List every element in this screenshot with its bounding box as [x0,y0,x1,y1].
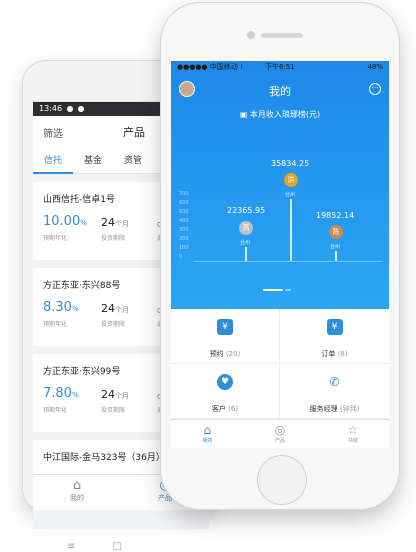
menu-icon[interactable]: ≡ [67,541,75,552]
status-time: 下午6:51 [265,63,295,71]
ios-status-bar: ●●●●● 中国移动 ⌇ 下午6:51 48% [171,61,389,73]
ios-tab-bar: ⌂ 我的 ◎ 产品 ☆ 书城 [171,419,389,448]
menu-service-manager[interactable]: ✆ 服务经理 (钟玮) [280,364,389,419]
tab-bookstore[interactable]: ☆ 书城 [316,420,389,448]
android-system-nav: ≡ □ [67,541,156,552]
bronze-medal-icon: 陈 [329,225,343,239]
leader-3-city: 台州 [330,244,341,250]
silver-medal-icon: 高 [239,221,253,235]
tab-trust[interactable]: 信托 [33,148,74,174]
leader-1-value: 35834.25 [271,159,310,168]
ranking-axis: 700 600 500 400 300 200 100 0 [179,191,189,260]
speaker-grille [261,33,303,38]
page-title: 产品 [123,126,145,139]
menu-appointment[interactable]: ¥ 预约 (20) [171,309,280,364]
iphone-screen: ●●●●● 中国移动 ⌇ 下午6:51 48% 我的 ··· ▣ 本月收入琅琊榜… [171,61,389,448]
rate-label: 预期年化 [43,321,68,328]
home-square-icon[interactable]: □ [113,541,122,552]
product-term: 24个月 [101,302,129,315]
clock-icon [78,106,85,112]
notification-icon [67,106,74,112]
leader-2-city: 台州 [240,240,251,246]
star-icon: ☆ [347,423,359,437]
status-time: 13:46 [39,104,63,113]
page-title: 我的 [269,85,291,98]
carrier: ●●●●● 中国移动 ⌇ [177,63,244,71]
tab-products[interactable]: ◎ 产品 [244,420,317,448]
tab-mine[interactable]: ⌂ 我的 [171,420,244,448]
menu-customers[interactable]: ♥ 客户 (6) [171,364,280,419]
order-icon: ¥ [326,319,343,335]
term-label: 投资期限 [101,321,126,328]
tab-fund[interactable]: 基金 [73,148,113,174]
iphone: ●●●●● 中国移动 ⌇ 下午6:51 48% 我的 ··· ▣ 本月收入琅琊榜… [160,2,400,510]
gold-medal-icon: 洪 [284,173,298,187]
bottom-tab-label: 我的 [70,494,84,502]
leader-3-value: 19852.14 [316,211,355,220]
rate-label: 预期年化 [43,235,68,242]
product-term: 24个月 [101,388,129,401]
product-rate: 7.80% [43,386,79,401]
leader-3-bar [335,251,337,261]
chat-icon[interactable]: ··· [369,83,381,95]
leader-2-value: 22365.95 [227,206,266,215]
function-grid: ¥ 预约 (20) ¥ 订单 (8) ♥ 客户 (6) ✆ 服务经理 (钟玮) [171,309,389,419]
leader-1-bar [290,199,292,261]
camera-icon [247,31,255,39]
rate-label: 预期年化 [43,407,68,414]
product-rate: 8.30% [43,300,79,315]
battery: 48% [367,63,383,71]
ranking-hero: ●●●●● 中国移动 ⌇ 下午6:51 48% 我的 ··· ▣ 本月收入琅琊榜… [171,61,389,309]
product-term: 24个月 [101,216,129,229]
term-label: 投资期限 [101,235,126,242]
tab-asset[interactable]: 资管 [113,148,153,174]
compass-icon: ◎ [274,423,286,437]
phone-icon: ✆ [329,375,340,389]
term-label: 投资期限 [101,407,126,414]
leader-2-bar [245,247,247,261]
home-icon: ⌂ [72,478,82,493]
filter-button[interactable]: 筛选 [43,125,63,140]
product-rate: 10.00% [43,214,87,229]
ranking-title: ▣ 本月收入琅琊榜(元) [239,110,321,119]
ranking-baseline [193,261,383,262]
page-indicator-active [263,289,283,291]
calendar-icon: ¥ [217,319,233,335]
home-icon: ⌂ [203,423,212,437]
customer-icon: ♥ [217,374,233,390]
bottom-tab-mine[interactable]: ⌂ 我的 [33,475,121,510]
page-indicator [285,289,291,291]
menu-orders[interactable]: ¥ 订单 (8) [280,309,389,364]
home-button[interactable] [257,455,307,505]
leader-1-city: 台州 [285,192,296,198]
